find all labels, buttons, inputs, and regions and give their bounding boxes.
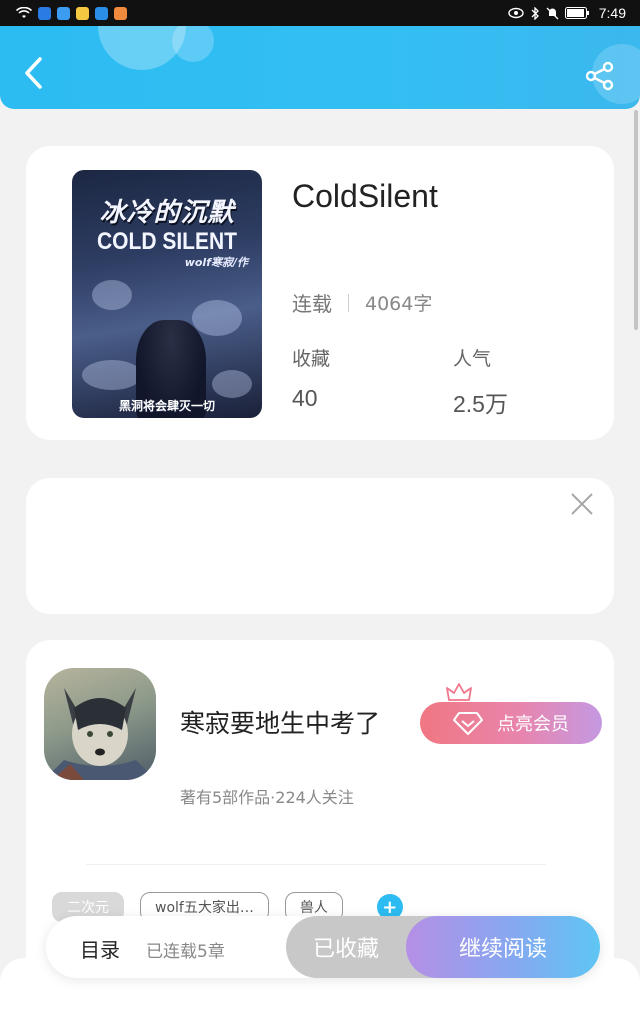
battery-icon: [564, 7, 589, 19]
chevron-left-icon: [25, 57, 42, 89]
cover-decoration: [212, 370, 252, 398]
header-bar: [0, 26, 640, 109]
status-bar: 7:49: [0, 0, 640, 26]
book-info-card: 冰冷的沉默 COLD SILENT wolf寒寂/作 黑洞将会肆灭一切 Cold…: [26, 146, 614, 440]
cover-decoration: [192, 300, 242, 336]
back-button[interactable]: [18, 54, 48, 92]
diamond-icon: [453, 712, 483, 735]
cover-tagline: 黑洞将会肆灭一切: [118, 399, 215, 413]
divider: [348, 293, 349, 312]
status-left-icons: [16, 6, 127, 20]
crown-icon: [446, 683, 472, 701]
ad-banner: [26, 478, 614, 614]
author-name: 寒寂要地生中考了: [180, 709, 381, 738]
book-status: 连载: [292, 292, 332, 316]
mute-icon: [546, 7, 559, 19]
cover-title-cn: 冰冷的沉默: [99, 198, 235, 228]
book-word-count: 4064字: [365, 293, 433, 315]
continue-reading-label: 继续阅读: [458, 937, 547, 962]
favorites-value: 40: [292, 385, 318, 411]
cover-title-en: COLD SILENT: [97, 228, 237, 255]
share-button[interactable]: [582, 58, 618, 94]
wifi-icon: [16, 7, 32, 18]
cover-author: wolf寒寂/作: [184, 256, 248, 269]
divider: [86, 864, 546, 865]
status-right-icons: 7:49: [508, 5, 626, 21]
continue-reading-button[interactable]: 继续阅读: [406, 916, 600, 978]
bluetooth-icon: [531, 6, 539, 20]
qq-icon: [95, 6, 108, 20]
status-time: 7:49: [598, 5, 626, 21]
popularity-stat: 人气 2.5万: [453, 344, 508, 419]
search-icon: [57, 6, 70, 20]
close-icon: [571, 493, 593, 515]
scrollbar[interactable]: [634, 110, 638, 330]
collected-button-label: 已收藏: [312, 937, 379, 962]
cover-decoration: [92, 280, 132, 310]
author-avatar[interactable]: [44, 668, 156, 780]
vip-button-label: 点亮会员: [497, 714, 569, 735]
favorites-stat: 收藏 40: [292, 344, 330, 412]
vip-button[interactable]: 点亮会员: [420, 702, 602, 744]
toc-chapter-count: 已连载5章: [146, 942, 225, 962]
toc-button[interactable]: 目录: [80, 934, 120, 963]
cover-decoration: [82, 360, 142, 390]
decorative-bubble: [172, 26, 214, 62]
bottom-action-bar: 目录 已连载5章 已收藏 继续阅读: [46, 916, 600, 978]
share-icon: [585, 61, 614, 91]
location-icon: [38, 6, 51, 20]
favorites-label: 收藏: [292, 348, 331, 370]
popularity-label: 人气: [453, 348, 492, 370]
wechat-icon: [76, 6, 89, 20]
popularity-value: 2.5万: [453, 391, 508, 417]
book-status-row: 连载 4064字: [292, 288, 432, 317]
book-title: ColdSilent: [292, 178, 438, 214]
chat-icon: [114, 6, 127, 20]
ad-close-button[interactable]: [568, 490, 596, 518]
wolf-avatar-illustration: [44, 688, 156, 780]
book-cover[interactable]: 冰冷的沉默 COLD SILENT wolf寒寂/作 黑洞将会肆灭一切: [72, 170, 262, 418]
author-meta: 著有5部作品·224人关注: [180, 788, 354, 807]
eye-icon: [508, 7, 524, 19]
